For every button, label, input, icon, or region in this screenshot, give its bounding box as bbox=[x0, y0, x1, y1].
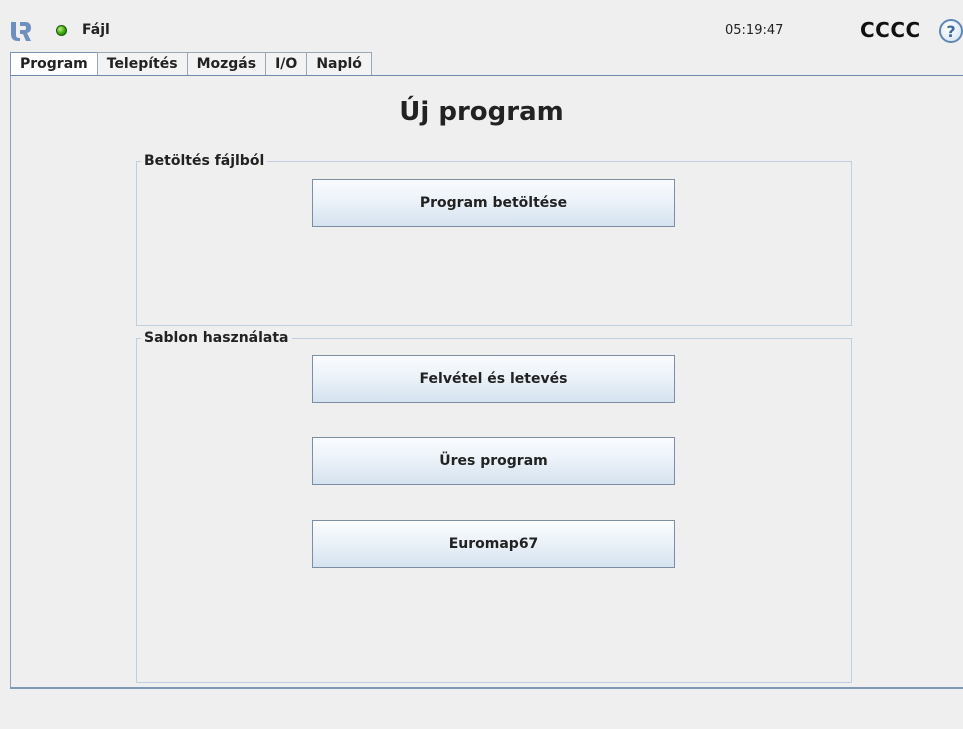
help-question-icon[interactable]: ? bbox=[939, 19, 963, 43]
clock: 05:19:47 bbox=[725, 23, 784, 38]
file-menu[interactable]: Fájl bbox=[82, 22, 110, 38]
empty-program-button[interactable]: Üres program bbox=[312, 437, 675, 485]
euromap67-button[interactable]: Euromap67 bbox=[312, 520, 675, 568]
tab-log[interactable]: Napló bbox=[306, 52, 372, 75]
robot-name: CCCC bbox=[860, 18, 921, 42]
use-template-label: Sablon használata bbox=[141, 330, 292, 346]
tab-program[interactable]: Program bbox=[10, 52, 98, 76]
tab-io[interactable]: I/O bbox=[265, 52, 308, 75]
page-title: Új program bbox=[399, 97, 564, 127]
status-green-dot-icon bbox=[56, 25, 67, 36]
bottom-divider bbox=[10, 687, 963, 689]
load-from-file-label: Betöltés fájlból bbox=[141, 153, 268, 169]
tab-bar: Program Telepítés Mozgás I/O Napló bbox=[10, 52, 372, 76]
ur-logo-icon bbox=[11, 22, 31, 41]
tab-installation[interactable]: Telepítés bbox=[96, 52, 188, 75]
top-bar: Fájl 05:19:47 CCCC ? bbox=[0, 0, 963, 50]
tab-move[interactable]: Mozgás bbox=[186, 52, 267, 75]
pick-and-place-button[interactable]: Felvétel és letevés bbox=[312, 355, 675, 403]
load-program-button[interactable]: Program betöltése bbox=[312, 179, 675, 227]
